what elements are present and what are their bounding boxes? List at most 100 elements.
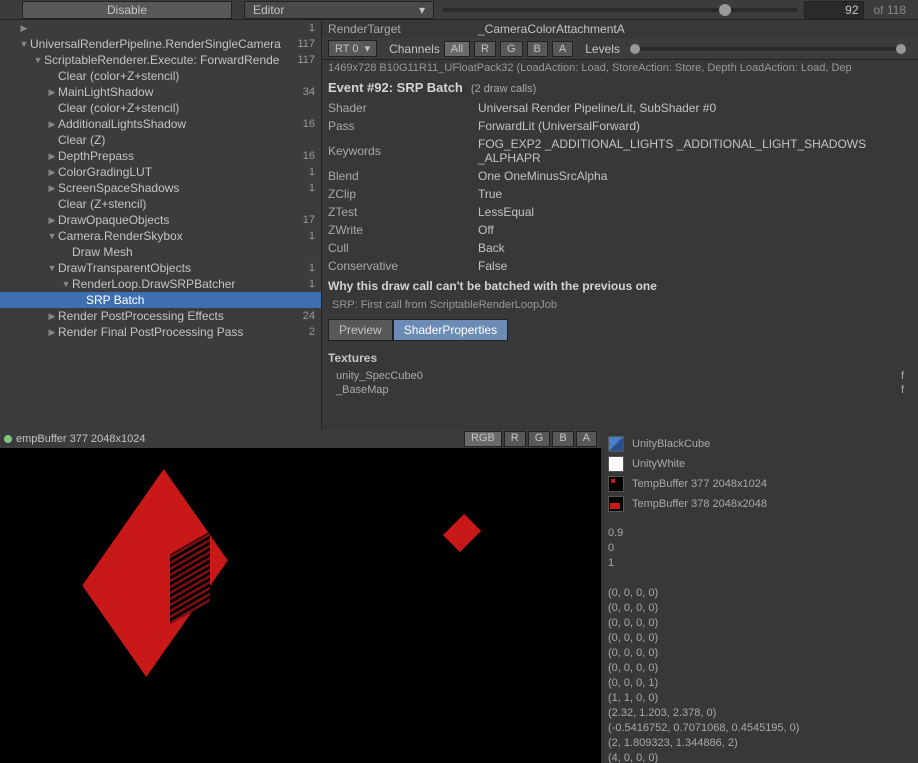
- tree-toggle-icon[interactable]: ▼: [60, 279, 72, 289]
- tree-toggle-icon[interactable]: ▶: [18, 23, 30, 34]
- prop-val: ForwardLit (UniversalForward): [478, 119, 912, 133]
- preview-b-button[interactable]: B: [552, 431, 573, 447]
- channel-a-button[interactable]: A: [552, 41, 573, 57]
- tree-item[interactable]: ▶Render PostProcessing Effects24: [0, 308, 321, 324]
- frame-slider[interactable]: [442, 8, 798, 12]
- value-line: (2.32, 1.203, 2.378, 0): [608, 706, 912, 721]
- preview-rgb-button[interactable]: RGB: [464, 431, 502, 447]
- tree-toggle-icon[interactable]: ▼: [46, 231, 58, 241]
- slider-thumb[interactable]: [719, 4, 731, 16]
- prop-val: Universal Render Pipeline/Lit, SubShader…: [478, 101, 912, 115]
- tree-item[interactable]: Draw Mesh: [0, 244, 321, 260]
- tree-toggle-icon[interactable]: ▶: [46, 327, 58, 338]
- tree-item[interactable]: ▶DepthPrepass16: [0, 148, 321, 164]
- value-line: (0, 0, 0, 0): [608, 661, 912, 676]
- tree-item[interactable]: ▶Render Final PostProcessing Pass2: [0, 324, 321, 340]
- chevron-down-icon: ▾: [419, 3, 425, 17]
- prop-key: Pass: [328, 119, 478, 133]
- prop-key: Shader: [328, 101, 478, 115]
- event-tree[interactable]: ▶1▼UniversalRenderPipeline.RenderSingleC…: [0, 20, 322, 430]
- tree-count: 1: [309, 230, 315, 242]
- tree-label: DrawTransparentObjects: [58, 261, 309, 275]
- prop-val: Off: [478, 223, 912, 237]
- tab-preview[interactable]: Preview: [328, 319, 393, 341]
- disable-button[interactable]: Disable: [22, 1, 232, 19]
- tree-item[interactable]: ▼RenderLoop.DrawSRPBatcher1: [0, 276, 321, 292]
- tree-item[interactable]: ▶ColorGradingLUT1: [0, 164, 321, 180]
- texture-list-name: UnityBlackCube: [632, 438, 710, 450]
- tree-label: RenderLoop.DrawSRPBatcher: [72, 277, 309, 291]
- texture-list-item[interactable]: TempBuffer 377 2048x1024: [608, 474, 912, 494]
- levels-slider[interactable]: [630, 47, 906, 51]
- dims-text: 1469x728 B10G11R11_UFloatPack32 (LoadAct…: [322, 60, 918, 76]
- value-line: (0, 0, 0, 0): [608, 646, 912, 661]
- tree-label: Clear (color+Z+stencil): [58, 69, 315, 83]
- swatch-icon: [608, 456, 624, 472]
- status-dot-icon: [4, 435, 12, 443]
- tree-count: 16: [303, 150, 315, 162]
- channel-r-button[interactable]: R: [474, 41, 496, 57]
- tree-label: Camera.RenderSkybox: [58, 229, 309, 243]
- tree-label: SRP Batch: [86, 293, 315, 307]
- tree-toggle-icon[interactable]: ▼: [18, 39, 30, 49]
- channel-b-button[interactable]: B: [527, 41, 548, 57]
- frame-input[interactable]: [804, 1, 864, 19]
- texture-list-item[interactable]: UnityBlackCube: [608, 434, 912, 454]
- prop-val: FOG_EXP2 _ADDITIONAL_LIGHTS _ADDITIONAL_…: [478, 137, 912, 165]
- rt-dropdown[interactable]: RT 0 ▾: [328, 40, 377, 57]
- channels-label: Channels: [389, 42, 440, 56]
- tree-item[interactable]: ▼UniversalRenderPipeline.RenderSingleCam…: [0, 36, 321, 52]
- tree-item[interactable]: ▶ScreenSpaceShadows1: [0, 180, 321, 196]
- channel-all-button[interactable]: All: [444, 41, 470, 57]
- tree-item[interactable]: ▶DrawOpaqueObjects17: [0, 212, 321, 228]
- tree-item[interactable]: Clear (color+Z+stencil): [0, 68, 321, 84]
- swatch-icon: [608, 436, 624, 452]
- tree-count: 1: [309, 278, 315, 290]
- texture-row[interactable]: unity_SpecCube0f: [322, 369, 918, 383]
- tree-item[interactable]: ▼DrawTransparentObjects1: [0, 260, 321, 276]
- tree-toggle-icon[interactable]: ▶: [46, 311, 58, 322]
- tree-count: 17: [303, 214, 315, 226]
- preview-g-button[interactable]: G: [528, 431, 551, 447]
- event-title: Event #92: SRP Batch(2 draw calls): [322, 76, 918, 99]
- tree-item[interactable]: ▶1: [0, 20, 321, 36]
- tree-item[interactable]: ▼Camera.RenderSkybox1: [0, 228, 321, 244]
- preview-a-button[interactable]: A: [576, 431, 597, 447]
- tree-toggle-icon[interactable]: ▶: [46, 87, 58, 98]
- tree-label: ColorGradingLUT: [58, 165, 309, 179]
- value-line: (4, 0, 0, 0): [608, 751, 912, 763]
- value-line: 0.9: [608, 526, 912, 541]
- tree-toggle-icon[interactable]: ▶: [46, 183, 58, 194]
- preview-canvas[interactable]: [0, 448, 601, 763]
- tree-toggle-icon[interactable]: ▶: [46, 119, 58, 130]
- texture-list-item[interactable]: TempBuffer 378 2048x2048: [608, 494, 912, 514]
- rendertarget-val: _CameraColorAttachmentA: [478, 22, 912, 36]
- tree-item[interactable]: ▶AdditionalLightsShadow16: [0, 116, 321, 132]
- tree-item[interactable]: ▶MainLightShadow34: [0, 84, 321, 100]
- value-line: (-0.5416752, 0.7071068, 0.4545195, 0): [608, 721, 912, 736]
- tree-item[interactable]: ▼ScriptableRenderer.Execute: ForwardRend…: [0, 52, 321, 68]
- mode-label: Editor: [253, 3, 284, 17]
- tree-item[interactable]: Clear (Z+stencil): [0, 196, 321, 212]
- value-line: [608, 571, 912, 586]
- tree-toggle-icon[interactable]: ▶: [46, 151, 58, 162]
- tree-item[interactable]: Clear (color+Z+stencil): [0, 100, 321, 116]
- tree-count: 117: [297, 38, 315, 50]
- tree-item[interactable]: SRP Batch: [0, 292, 321, 308]
- tab-shaderproperties[interactable]: ShaderProperties: [393, 319, 508, 341]
- tree-toggle-icon[interactable]: ▼: [32, 55, 44, 65]
- preview-r-button[interactable]: R: [504, 431, 526, 447]
- tree-toggle-icon[interactable]: ▶: [46, 215, 58, 226]
- tree-toggle-icon[interactable]: ▼: [46, 263, 58, 273]
- value-line: (1, 1, 0, 0): [608, 691, 912, 706]
- mode-dropdown[interactable]: Editor ▾: [244, 1, 434, 19]
- value-line: (2, 1.809323, 1.344886, 2): [608, 736, 912, 751]
- texture-list-name: TempBuffer 378 2048x2048: [632, 498, 767, 510]
- channel-g-button[interactable]: G: [500, 41, 523, 57]
- value-line: (0, 0, 0, 0): [608, 586, 912, 601]
- texture-row[interactable]: _BaseMapf: [322, 383, 918, 397]
- tree-count: 2: [309, 326, 315, 338]
- tree-item[interactable]: Clear (Z): [0, 132, 321, 148]
- tree-toggle-icon[interactable]: ▶: [46, 167, 58, 178]
- texture-list-item[interactable]: UnityWhite: [608, 454, 912, 474]
